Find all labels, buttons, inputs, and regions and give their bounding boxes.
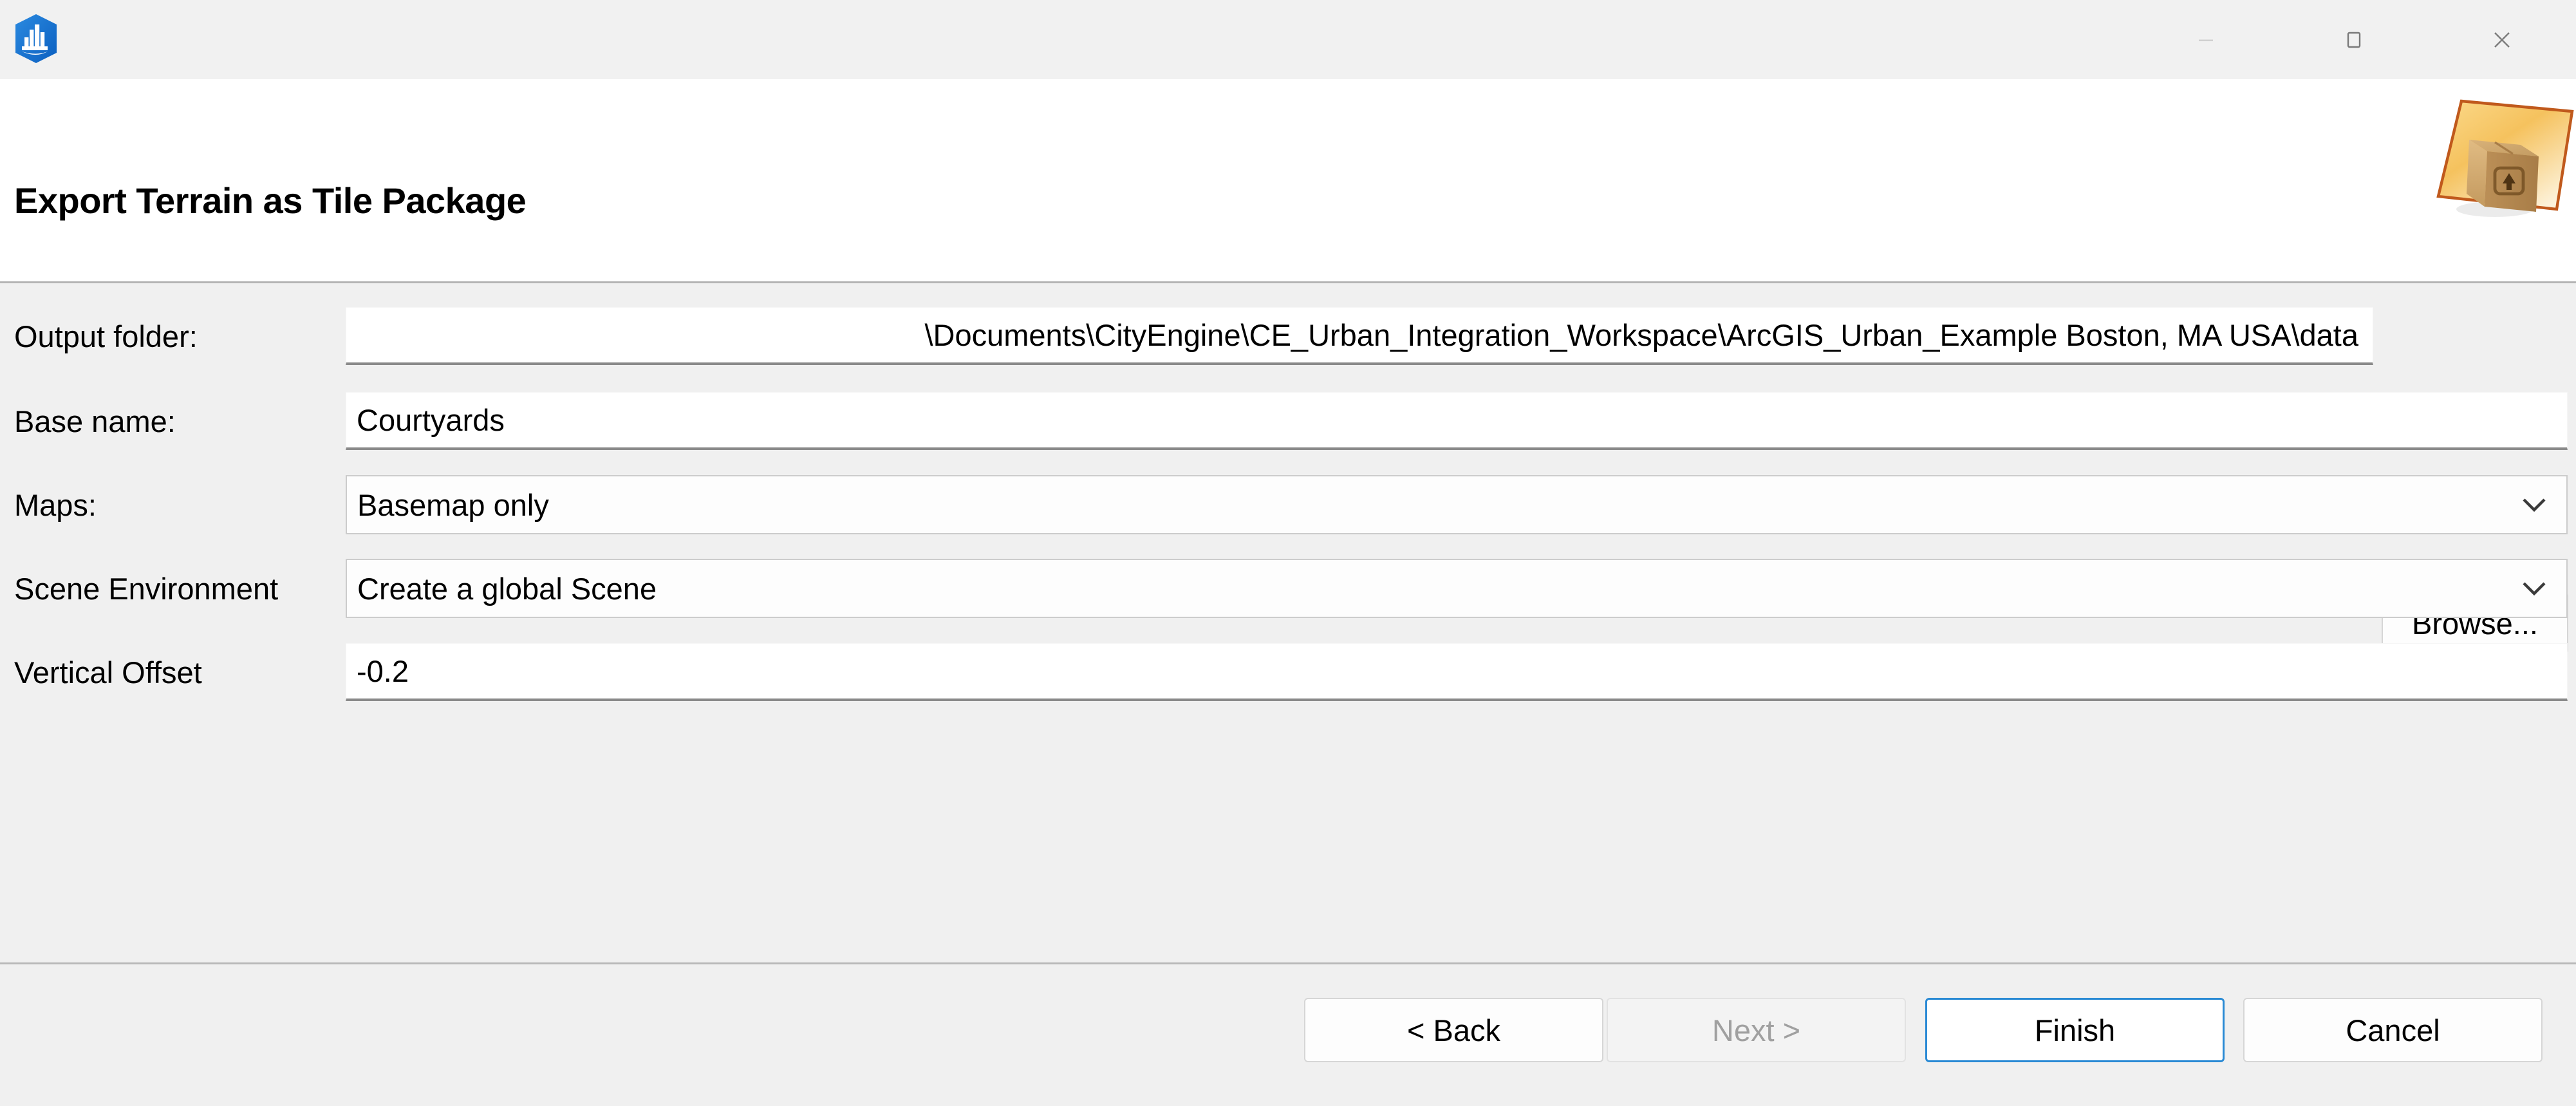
minimize-icon [2191, 25, 2221, 55]
wizard-body: Output folder: \Documents\CityEngine\CE_… [0, 285, 2576, 962]
wizard-footer: < Back Next > Finish Cancel [0, 962, 2576, 1106]
scene-environment-combobox-value: Create a global Scene [357, 571, 657, 606]
chevron-down-icon [2521, 581, 2547, 596]
scene-environment-row: Scene Environment Create a global Scene [0, 559, 2576, 617]
maps-combobox[interactable]: Basemap only [346, 475, 2568, 534]
maps-label: Maps: [14, 487, 97, 523]
base-name-input[interactable]: Courtyards [346, 392, 2568, 450]
page-title: Export Terrain as Tile Package [14, 180, 526, 221]
base-name-row: Base name: Courtyards [0, 392, 2576, 450]
output-folder-input[interactable]: \Documents\CityEngine\CE_Urban_Integrati… [346, 307, 2373, 365]
next-button[interactable]: Next > [1607, 998, 1906, 1062]
vertical-offset-label: Vertical Offset [14, 655, 202, 690]
minimize-button[interactable] [2132, 0, 2280, 79]
back-button[interactable]: < Back [1304, 998, 1603, 1062]
scene-environment-combobox[interactable]: Create a global Scene [346, 559, 2568, 618]
maps-row: Maps: Basemap only [0, 476, 2576, 534]
window-titlebar [0, 0, 2576, 79]
close-icon [2485, 23, 2519, 57]
maximize-button[interactable] [2280, 0, 2428, 79]
tile-package-box-icon [2402, 93, 2576, 241]
maximize-icon [2339, 25, 2369, 55]
cityengine-logo-icon [12, 13, 61, 64]
maps-combobox-value: Basemap only [357, 487, 549, 523]
base-name-label: Base name: [14, 404, 176, 439]
scene-environment-label: Scene Environment [14, 571, 278, 606]
chevron-down-icon [2521, 497, 2547, 512]
vertical-offset-input[interactable]: -0.2 [346, 643, 2568, 701]
cancel-button[interactable]: Cancel [2243, 998, 2543, 1062]
window-controls [2132, 0, 2576, 79]
output-folder-row: Output folder: \Documents\CityEngine\CE_… [0, 307, 2576, 365]
output-folder-label: Output folder: [14, 319, 198, 354]
close-button[interactable] [2428, 0, 2576, 79]
wizard-header: Export Terrain as Tile Package [0, 79, 2576, 283]
vertical-offset-row: Vertical Offset -0.2 [0, 643, 2576, 701]
finish-button[interactable]: Finish [1925, 998, 2225, 1062]
